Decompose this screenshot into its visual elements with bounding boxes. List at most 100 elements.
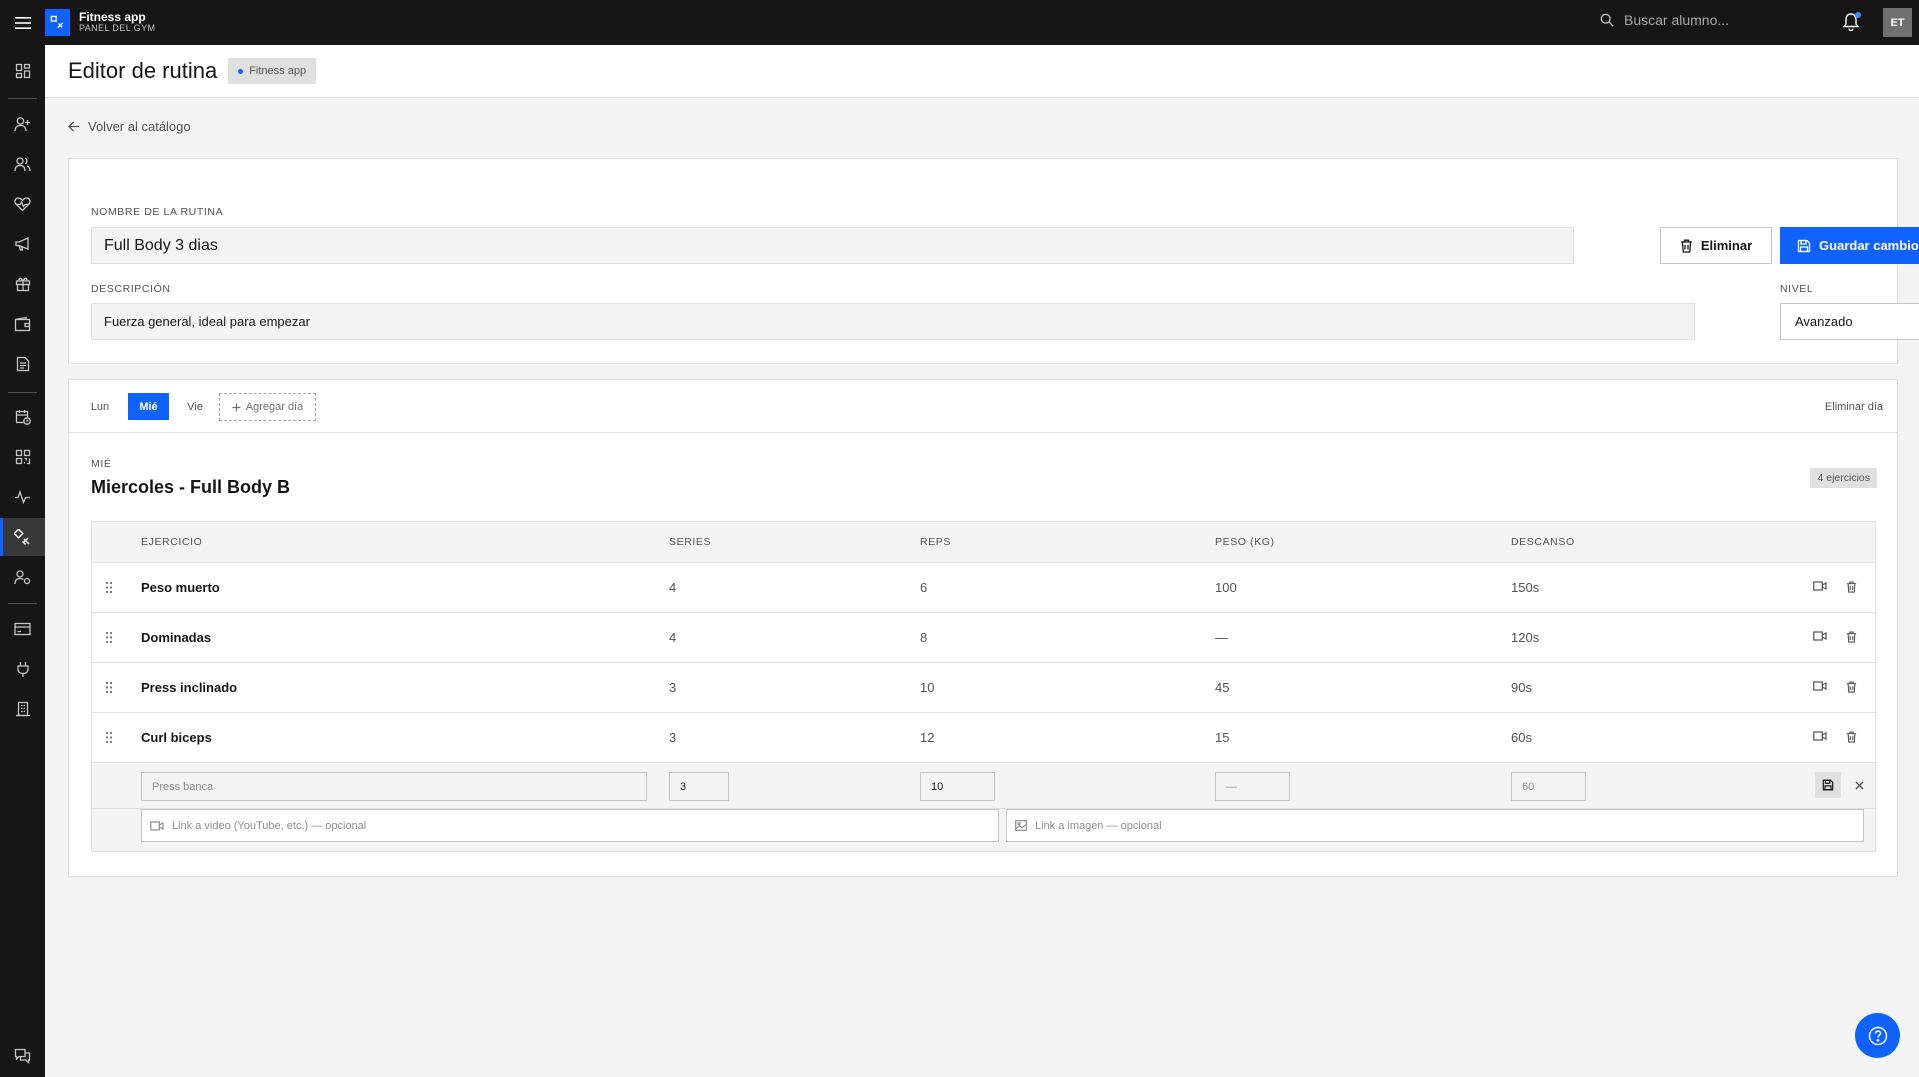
users-icon xyxy=(14,157,31,172)
brand-logo-icon xyxy=(45,9,70,36)
sidebar-item-add-user[interactable] xyxy=(0,105,45,143)
add-day-button[interactable]: Agregar día xyxy=(219,393,316,421)
wallet-icon xyxy=(14,316,31,332)
credit-card-icon xyxy=(14,622,31,636)
tab-mie[interactable]: Mié xyxy=(128,393,169,420)
description-input[interactable] xyxy=(91,303,1695,340)
video-link-input[interactable]: Link a video (YouTube, etc.) — opcional xyxy=(141,809,999,842)
day-editor-card: Lun Mié Vie Agregar día Eliminar día MIÉ… xyxy=(68,379,1898,877)
new-exercise-reps-input[interactable] xyxy=(920,772,995,801)
brand[interactable]: Fitness app PANEL DEL GYM xyxy=(45,9,155,36)
sidebar-item-branches[interactable] xyxy=(0,690,45,728)
trash-icon[interactable] xyxy=(1846,581,1857,593)
sidebar-item-activity[interactable] xyxy=(0,478,45,516)
help-button[interactable] xyxy=(1855,1013,1900,1058)
sidebar-item-support-chat[interactable] xyxy=(0,1037,45,1075)
exercise-name: Press inclinado xyxy=(141,680,238,695)
notifications-button[interactable] xyxy=(1842,12,1862,32)
trash-icon[interactable] xyxy=(1846,731,1857,743)
day-tabs: Lun Mié Vie Agregar día Eliminar día xyxy=(69,380,1897,433)
video-icon[interactable] xyxy=(1813,731,1827,741)
top-bar: Fitness app PANEL DEL GYM ET xyxy=(0,0,1919,45)
video-link-placeholder: Link a video (YouTube, etc.) — opcional xyxy=(172,819,367,832)
sidebar-item-schedule[interactable] xyxy=(0,398,45,436)
avatar[interactable]: ET xyxy=(1883,8,1912,37)
new-exercise-series-input[interactable] xyxy=(669,772,729,801)
calendar-clock-icon xyxy=(15,410,31,425)
sidebar-item-qr[interactable] xyxy=(0,438,45,476)
sidebar-item-integrations[interactable] xyxy=(0,650,45,688)
new-exercise-rest-input[interactable] xyxy=(1511,772,1586,801)
save-icon xyxy=(1822,779,1834,791)
brand-subtitle: PANEL DEL GYM xyxy=(79,23,156,34)
app-tag-label: Fitness app xyxy=(249,65,307,77)
tab-lun[interactable]: Lun xyxy=(83,393,117,420)
back-link-label: Volver al catálogo xyxy=(88,119,191,134)
drag-handle-icon[interactable] xyxy=(105,631,113,644)
sidebar-item-users[interactable] xyxy=(0,145,45,183)
save-icon xyxy=(1797,239,1811,252)
drag-handle-icon[interactable] xyxy=(105,581,113,594)
sidebar xyxy=(0,45,45,1077)
back-link[interactable]: Volver al catálogo xyxy=(68,119,191,134)
search-bar xyxy=(1600,12,1830,28)
tab-vie[interactable]: Vie xyxy=(178,393,212,420)
sidebar-item-reports[interactable] xyxy=(0,345,45,383)
header-exercise: EJERCICIO xyxy=(141,536,203,548)
trash-icon[interactable] xyxy=(1846,681,1857,693)
page-header: Editor de rutina Fitness app xyxy=(45,45,1919,98)
delete-routine-label: Eliminar xyxy=(1700,238,1753,253)
sidebar-item-routines[interactable] xyxy=(0,518,45,556)
sidebar-item-rewards[interactable] xyxy=(0,265,45,303)
remove-day-button[interactable]: Eliminar día xyxy=(1825,401,1883,413)
drag-handle-icon[interactable] xyxy=(105,681,113,694)
level-select[interactable]: Avanzado xyxy=(1780,303,1919,340)
sidebar-item-campaigns[interactable] xyxy=(0,225,45,263)
delete-routine-button[interactable]: Eliminar xyxy=(1660,227,1772,264)
table-row: Curl biceps 3 12 15 60s xyxy=(92,713,1875,763)
sidebar-item-staff[interactable] xyxy=(0,558,45,596)
new-exercise-name-input[interactable] xyxy=(141,772,647,801)
add-day-label: Agregar día xyxy=(245,401,304,413)
image-icon xyxy=(1015,820,1027,831)
new-exercise-row xyxy=(92,763,1875,809)
header-weight: PESO (KG) xyxy=(1215,536,1275,548)
save-exercise-button[interactable] xyxy=(1815,772,1841,798)
exercise-reps: 12 xyxy=(920,730,935,745)
new-exercise-weight-input[interactable] xyxy=(1215,772,1290,801)
video-icon[interactable] xyxy=(1813,631,1827,641)
exercise-name: Dominadas xyxy=(141,630,212,645)
video-icon[interactable] xyxy=(1813,581,1827,591)
trash-icon[interactable] xyxy=(1846,631,1857,643)
search-input[interactable] xyxy=(1624,12,1814,28)
sidebar-item-wallet[interactable] xyxy=(0,305,45,343)
header-series: SERIES xyxy=(669,536,712,548)
video-icon xyxy=(150,820,164,831)
routine-name-label: NOMBRE DE LA RUTINA xyxy=(91,206,224,218)
media-links-row: Link a video (YouTube, etc.) — opcional … xyxy=(92,809,1875,842)
routine-details-card: NOMBRE DE LA RUTINA Eliminar Guardar cam… xyxy=(68,158,1919,364)
save-changes-label: Guardar cambios xyxy=(1819,238,1919,253)
exercise-series: 4 xyxy=(669,630,677,645)
save-changes-button[interactable]: Guardar cambios xyxy=(1780,227,1919,264)
sidebar-item-dashboard[interactable] xyxy=(0,52,45,90)
cancel-exercise-button[interactable] xyxy=(1849,775,1869,795)
exercise-name: Peso muerto xyxy=(141,580,220,595)
trash-icon xyxy=(1680,239,1692,253)
drag-handle-icon[interactable] xyxy=(105,731,113,744)
user-settings-icon xyxy=(14,570,31,585)
sidebar-item-payments[interactable] xyxy=(0,610,45,648)
plus-icon xyxy=(232,403,241,411)
exercise-reps: 8 xyxy=(920,630,928,645)
image-link-input[interactable]: Link a imagen — opcional xyxy=(1006,809,1864,842)
exercise-name: Curl biceps xyxy=(141,730,212,745)
menu-button[interactable] xyxy=(0,0,45,45)
search-icon xyxy=(1600,13,1614,27)
page-title: Editor de rutina xyxy=(68,58,218,83)
sidebar-item-health[interactable] xyxy=(0,185,45,223)
day-eyebrow: MIÉ xyxy=(91,458,112,470)
exercise-rest: 60s xyxy=(1511,730,1532,745)
routine-name-input[interactable] xyxy=(91,227,1574,264)
header-rest: DESCANSO xyxy=(1511,536,1575,548)
video-icon[interactable] xyxy=(1813,681,1827,691)
